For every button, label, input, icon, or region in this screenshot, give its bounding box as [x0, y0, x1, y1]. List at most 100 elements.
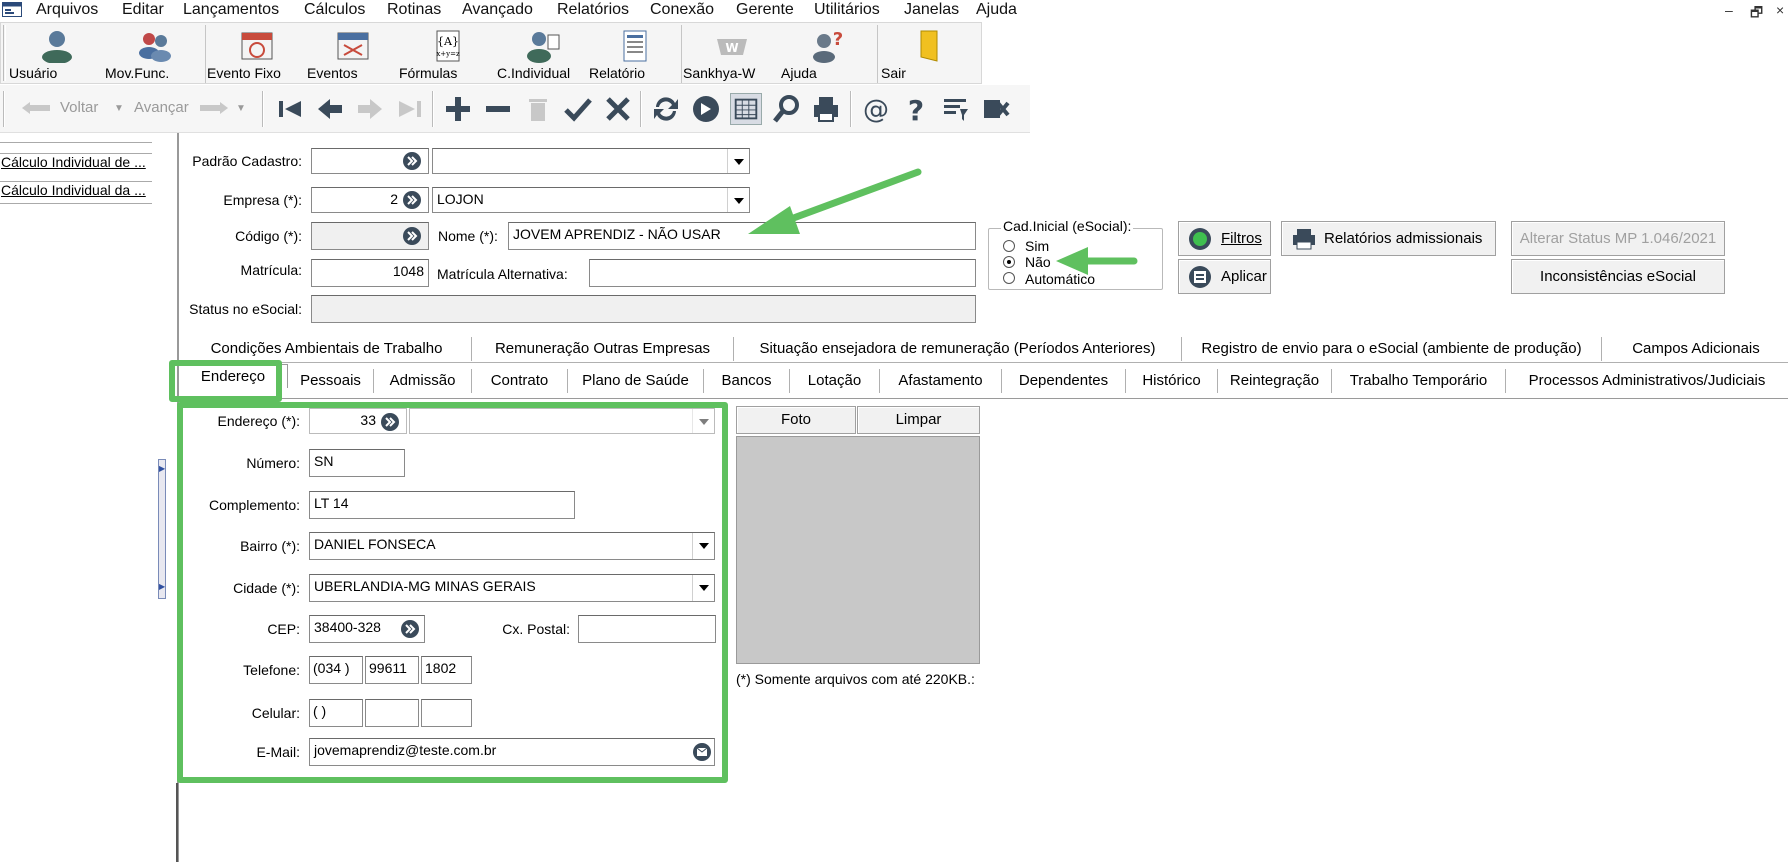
- tab-registro-envio[interactable]: Registro de envio para o eSocial (ambien…: [1182, 337, 1602, 361]
- email-at-icon[interactable]: @: [860, 93, 892, 125]
- delete-icon[interactable]: [522, 93, 554, 125]
- tab-pessoais[interactable]: Pessoais: [288, 369, 374, 393]
- filtros-label: Filtros: [1221, 230, 1262, 247]
- tab-lotacao[interactable]: Lotação: [790, 369, 880, 393]
- export-icon[interactable]: [980, 93, 1012, 125]
- menu-utilitarios[interactable]: Utilitários: [812, 0, 882, 22]
- toolbar-grip[interactable]: [3, 91, 5, 127]
- find-icon[interactable]: [770, 93, 802, 125]
- aplicar-button[interactable]: Aplicar: [1178, 259, 1271, 294]
- alterar-status-button[interactable]: Alterar Status MP 1.046/2021: [1511, 221, 1725, 256]
- radio-automatico-label: Automático: [1025, 271, 1096, 287]
- limpar-button[interactable]: Limpar: [857, 406, 980, 434]
- tab-dependentes[interactable]: Dependentes: [1002, 369, 1126, 393]
- relatorios-admissionais-button[interactable]: Relatórios admissionais: [1281, 221, 1496, 256]
- previous-record-icon[interactable]: [314, 93, 346, 125]
- c-individual-button[interactable]: C.Individual: [497, 23, 589, 85]
- tab-condicoes-ambientais[interactable]: Condições Ambientais de Trabalho: [182, 337, 472, 361]
- matricula-field[interactable]: 1048: [311, 259, 429, 287]
- svg-text:x+y=z: x+y=z: [436, 50, 460, 58]
- confirm-check-icon[interactable]: [562, 93, 594, 125]
- filter-text-icon[interactable]: [940, 93, 972, 125]
- tab-admissao[interactable]: Admissão: [374, 369, 472, 393]
- menu-arquivos[interactable]: Arquivos: [34, 0, 100, 22]
- back-dropdown-icon[interactable]: ▼: [114, 103, 124, 114]
- tab-reintegracao[interactable]: Reintegração: [1218, 369, 1332, 393]
- tab-historico[interactable]: Histórico: [1126, 369, 1218, 393]
- empresa-select[interactable]: LOJON: [432, 187, 750, 213]
- inconsistencias-esocial-button[interactable]: Inconsistências eSocial: [1511, 259, 1725, 294]
- codigo-lookup-icon[interactable]: [402, 226, 422, 246]
- left-panel-item[interactable]: Cálculo Individual da ...: [0, 181, 152, 198]
- usuario-button[interactable]: Usuário: [9, 23, 105, 85]
- tab-trabalho-temporario[interactable]: Trabalho Temporário: [1332, 369, 1506, 393]
- grid-view-icon[interactable]: [730, 93, 762, 125]
- nome-field[interactable]: JOVEM APRENDIZ - NÃO USAR: [508, 222, 976, 250]
- photo-preview[interactable]: [736, 436, 980, 664]
- padrao-select[interactable]: [432, 148, 750, 174]
- movfunc-label: Mov.Func.: [105, 65, 170, 81]
- foto-button[interactable]: Foto: [736, 406, 856, 434]
- menu-relatorios[interactable]: Relatórios: [555, 0, 631, 22]
- refresh-icon[interactable]: [650, 93, 682, 125]
- menu-gerente[interactable]: Gerente: [734, 0, 796, 22]
- tab-bancos[interactable]: Bancos: [704, 369, 790, 393]
- menu-lancamentos[interactable]: Lançamentos: [181, 0, 281, 22]
- menu-rotinas[interactable]: Rotinas: [385, 0, 443, 22]
- sankhya-w-button[interactable]: W Sankhya-W: [683, 23, 781, 85]
- chevron-down-icon[interactable]: [727, 149, 749, 173]
- menu-conexao[interactable]: Conexão: [648, 0, 716, 22]
- menu-bar: Arquivos Editar Lançamentos Cálculos Rot…: [0, 0, 1788, 22]
- forward-dropdown-icon[interactable]: ▼: [236, 103, 246, 114]
- chevron-down-icon[interactable]: [727, 188, 749, 212]
- back-button[interactable]: Voltar: [60, 99, 98, 116]
- radio-sim[interactable]: [1003, 240, 1015, 252]
- forward-button[interactable]: Avançar: [134, 99, 189, 116]
- print-icon[interactable]: [810, 93, 842, 125]
- relatorio-button[interactable]: Relatório: [589, 23, 681, 85]
- add-icon[interactable]: [442, 93, 474, 125]
- radio-nao[interactable]: [1003, 256, 1015, 268]
- left-panel-item[interactable]: Cálculo Individual de ...: [0, 153, 152, 170]
- sair-button[interactable]: Sair: [881, 23, 977, 85]
- close-button[interactable]: ×: [1776, 2, 1784, 18]
- minimize-button[interactable]: –: [1725, 2, 1733, 18]
- search-circle-icon[interactable]: [690, 93, 722, 125]
- empresa-lookup-icon[interactable]: [402, 190, 422, 210]
- filtros-button[interactable]: Filtros: [1178, 221, 1271, 256]
- content-left-edge: [176, 783, 178, 862]
- menu-janelas[interactable]: Janelas: [902, 0, 961, 22]
- evento-fixo-button[interactable]: Evento Fixo: [207, 23, 307, 85]
- nome-label: Nome (*):: [438, 228, 498, 244]
- restore-button[interactable]: 🗗: [1750, 2, 1763, 26]
- tab-remuneracao-outras[interactable]: Remuneração Outras Empresas: [472, 337, 734, 361]
- tab-contrato[interactable]: Contrato: [472, 369, 568, 393]
- eventos-button[interactable]: Eventos: [307, 23, 399, 85]
- last-record-icon[interactable]: [394, 93, 426, 125]
- remove-icon[interactable]: [482, 93, 514, 125]
- movfunc-button[interactable]: Mov.Func.: [105, 23, 203, 85]
- formulas-button[interactable]: {A} x+y=z Fórmulas: [399, 23, 497, 85]
- ajuda-button[interactable]: ? Ajuda: [781, 23, 875, 85]
- menu-editar[interactable]: Editar: [120, 0, 166, 22]
- left-panel-header: [0, 133, 152, 143]
- tab-plano-saude[interactable]: Plano de Saúde: [568, 369, 704, 393]
- menu-ajuda[interactable]: Ajuda: [974, 0, 1019, 22]
- radio-automatico[interactable]: [1003, 272, 1015, 284]
- app-icon[interactable]: [2, 2, 22, 17]
- menu-avancado[interactable]: Avançado: [460, 0, 535, 22]
- help-question-icon[interactable]: ?: [900, 93, 932, 125]
- cancel-x-icon[interactable]: [602, 93, 634, 125]
- next-record-icon[interactable]: [354, 93, 386, 125]
- tab-campos-adicionais[interactable]: Campos Adicionais: [1602, 337, 1788, 361]
- tab-afastamento[interactable]: Afastamento: [880, 369, 1002, 393]
- divider: [0, 203, 152, 204]
- panel-splitter[interactable]: ▶ ▶: [158, 459, 166, 599]
- toolbar-grip[interactable]: [3, 25, 6, 81]
- first-record-icon[interactable]: [274, 93, 306, 125]
- tab-situacao-ensejadora[interactable]: Situação ensejadora de remuneração (Perí…: [734, 337, 1182, 361]
- tab-processos[interactable]: Processos Administrativos/Judiciais: [1506, 369, 1788, 393]
- menu-calculos[interactable]: Cálculos: [302, 0, 367, 22]
- padrao-lookup-icon[interactable]: [402, 151, 422, 171]
- matricula-alt-field[interactable]: [589, 259, 976, 287]
